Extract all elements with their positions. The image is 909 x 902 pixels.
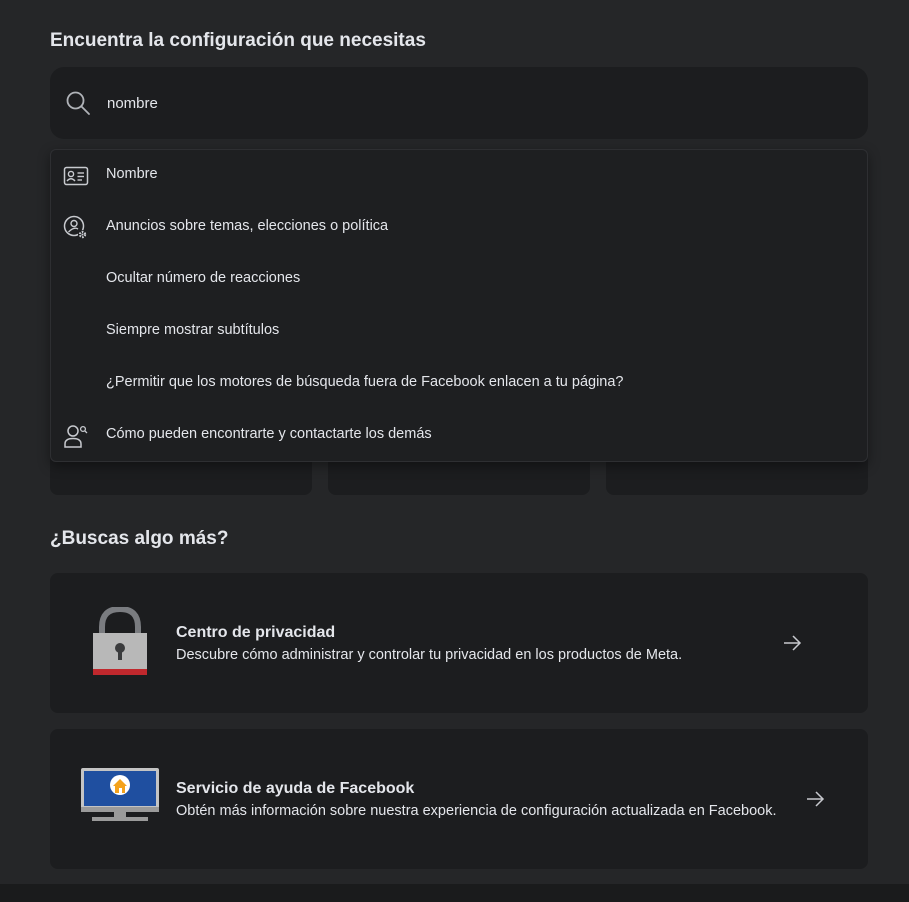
- suggestion-item-motores-busqueda[interactable]: ¿Permitir que los motores de búsqueda fu…: [51, 358, 867, 410]
- id-card-icon: [63, 163, 89, 189]
- page-title: Encuentra la configuración que necesitas: [50, 30, 426, 51]
- suggestion-label: Anuncios sobre temas, elecciones o polít…: [106, 218, 389, 234]
- user-settings-icon: [63, 215, 89, 241]
- suggestion-item-subtitulos[interactable]: Siempre mostrar subtítulos: [51, 306, 867, 358]
- arrow-right-icon: [804, 788, 826, 810]
- search-suggestions-dropdown: Nombre Anuncios sobre temas, elecciones …: [50, 149, 868, 462]
- footer-strip: [0, 884, 909, 902]
- help-center-card[interactable]: Servicio de ayuda de Facebook Obtén más …: [50, 729, 868, 869]
- card-description: Obtén más información sobre nuestra expe…: [176, 803, 777, 819]
- padlock-icon: [92, 605, 148, 677]
- suggestion-item-anuncios[interactable]: Anuncios sobre temas, elecciones o polít…: [51, 202, 867, 254]
- suggestion-item-encontrarte[interactable]: Cómo pueden encontrarte y contactarte lo…: [51, 410, 867, 462]
- suggestion-label: Ocultar número de reacciones: [106, 270, 301, 286]
- suggestion-label: Siempre mostrar subtítulos: [106, 322, 280, 338]
- search-bar[interactable]: [50, 67, 868, 139]
- search-input[interactable]: [107, 91, 847, 115]
- user-search-icon: [63, 423, 89, 449]
- section-title: ¿Buscas algo más?: [50, 528, 229, 549]
- suggestion-item-nombre[interactable]: Nombre: [51, 150, 867, 202]
- settings-search-page: Encuentra la configuración que necesitas: [0, 0, 909, 902]
- suggestion-item-ocultar-reacciones[interactable]: Ocultar número de reacciones: [51, 254, 867, 306]
- suggestion-label: Cómo pueden encontrarte y contactarte lo…: [106, 426, 432, 442]
- suggestion-label: ¿Permitir que los motores de búsqueda fu…: [106, 374, 624, 390]
- suggestion-label: Nombre: [106, 166, 158, 182]
- card-title: Centro de privacidad: [176, 624, 336, 641]
- card-title: Servicio de ayuda de Facebook: [176, 780, 415, 797]
- arrow-right-icon: [781, 632, 803, 654]
- search-icon: [65, 90, 91, 116]
- monitor-home-icon: [80, 767, 160, 823]
- card-description: Descubre cómo administrar y controlar tu…: [176, 647, 683, 663]
- privacy-center-card[interactable]: Centro de privacidad Descubre cómo admin…: [50, 573, 868, 713]
